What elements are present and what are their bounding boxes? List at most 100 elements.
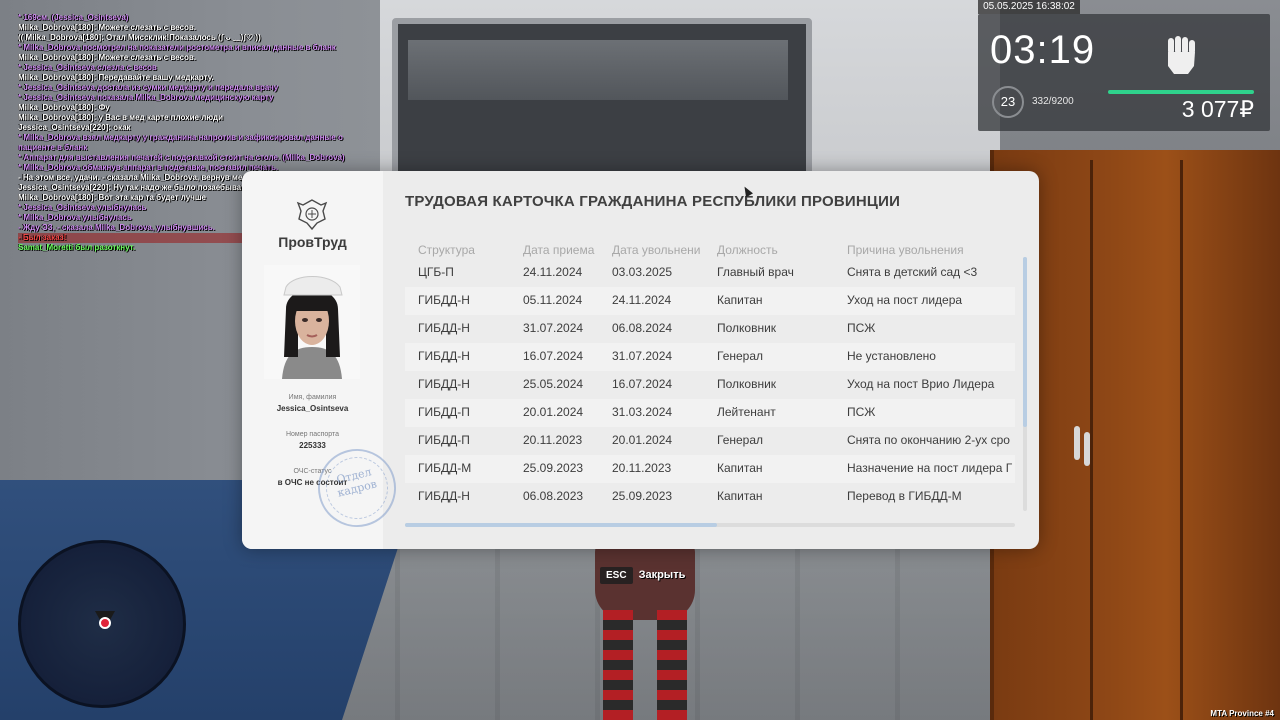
hr-stamp: Отдел кадров <box>309 440 405 536</box>
close-label[interactable]: Закрыть <box>639 569 686 581</box>
chat-line: * Аппарат для выставления печатей с подс… <box>18 153 345 162</box>
column-header: Структура <box>418 243 475 257</box>
table-row[interactable]: ГИБДД-П 20.11.2023 20.01.2024 Генерал Снята … <box>405 427 1015 455</box>
chat-line: Milka_Dobrova[180]: Можете слезать с вес… <box>18 53 196 62</box>
labor-card-dialog: ПровТруд Имя, фамилия Jessica_Osintseva … <box>242 171 1039 549</box>
wardrobe-handle <box>1084 432 1090 466</box>
hud-clock: 03:19 <box>990 28 1096 72</box>
table-cell: 31.07.2024 <box>523 321 584 335</box>
chat-line: Jessica_Osintseva[220]: окак <box>18 123 131 132</box>
horizontal-scrollbar[interactable] <box>405 523 1015 527</box>
column-header: Дата приема <box>523 243 595 257</box>
table-cell: 20.01.2024 <box>612 433 673 447</box>
column-header: Должность <box>717 243 778 257</box>
server-name: MTA Province #4 <box>1210 709 1274 718</box>
citizen-photo <box>264 265 360 379</box>
dialog-title: ТРУДОВАЯ КАРТОЧКА ГРАЖДАНИНА РЕСПУБЛИКИ … <box>405 193 901 210</box>
chat-line: Milka_Dobrova[180]: Можете слезать с вес… <box>18 23 196 32</box>
table-header: Структура Дата приема Дата увольнени Дол… <box>418 243 1028 259</box>
table-cell: ПСЖ <box>847 405 876 419</box>
table-cell: Снята в детский сад <3 <box>847 265 978 279</box>
level-badge: 23 <box>992 86 1024 118</box>
table-cell: 03.03.2025 <box>612 265 673 279</box>
table-cell: 25.09.2023 <box>523 461 584 475</box>
table-cell: 20.11.2023 <box>523 433 583 447</box>
table-cell: Не установлено <box>847 349 936 363</box>
table-cell: ГИБДД-Н <box>418 321 470 335</box>
chat-line: Milka_Dobrova[180]: Фу <box>18 103 110 112</box>
coat-of-arms-icon <box>295 197 329 231</box>
citizen-name: Jessica_Osintseva <box>276 404 349 413</box>
column-header: Дата увольнени <box>612 243 701 257</box>
player-marker-icon <box>99 617 111 629</box>
table-cell: Назначение на пост лидера Г <box>847 461 1013 475</box>
table-cell: 24.11.2024 <box>612 293 672 307</box>
table-cell: 06.08.2023 <box>523 489 584 503</box>
table-cell: Лейтенант <box>717 405 776 419</box>
table-cell: Генерал <box>717 349 764 363</box>
table-row[interactable]: ГИБДД-П 20.01.2024 31.03.2024 Лейтенант ПСЖ <box>405 399 1015 427</box>
chat-line: * 169см. (Jessica_Osintseva) <box>18 13 129 22</box>
table-cell: Снята по окончанию 2-ух сро <box>847 433 1010 447</box>
chat-line: (( Milka_Dobrova[180]: Отал Миссклик!Пок… <box>18 33 261 42</box>
stamp-ring <box>319 450 395 526</box>
table-cell: 16.07.2024 <box>523 349 584 363</box>
table-cell: Перевод в ГИБДД-М <box>847 489 962 503</box>
table-cell: ГИБДД-Н <box>418 377 470 391</box>
table-cell: 16.07.2024 <box>612 377 673 391</box>
table-cell: ПСЖ <box>847 321 876 335</box>
table-cell: Главный врач <box>717 265 794 279</box>
column-header: Причина увольнения <box>847 243 964 257</box>
table-cell: 05.11.2024 <box>523 293 583 307</box>
minimap <box>18 540 186 708</box>
vertical-scroll-thumb[interactable] <box>1023 257 1027 427</box>
chat-line: Milka_Dobrova[180]: у Вас в мед карте пл… <box>18 113 224 122</box>
chat-line: * Milka_Dobrova взял медкарту у граждани… <box>18 133 343 152</box>
table-row[interactable]: ГИБДД-Н 06.08.2023 25.09.2023 Капитан Перево… <box>405 483 1015 511</box>
table-row[interactable]: ГИБДД-Н 05.11.2024 24.11.2024 Капитан Уход н… <box>405 287 1015 315</box>
close-button[interactable]: ESC Закрыть <box>600 565 685 585</box>
table-cell: ГИБДД-Н <box>418 349 470 363</box>
table-cell: 20.01.2024 <box>523 405 584 419</box>
table-row[interactable]: ГИБДД-Н 31.07.2024 06.08.2024 Полковник ПСЖ <box>405 315 1015 343</box>
table-cell: Капитан <box>717 461 763 475</box>
vertical-scrollbar[interactable] <box>1023 257 1027 511</box>
table-cell: ЦГБ-П <box>418 265 454 279</box>
table-cell: ГИБДД-Н <box>418 489 470 503</box>
chat-line: * Jessica_Osintseva достала из сумки мед… <box>18 83 279 92</box>
table-cell: 20.11.2023 <box>612 461 672 475</box>
citizen-info-panel: ПровТруд Имя, фамилия Jessica_Osintseva … <box>242 171 405 549</box>
table-cell: Генерал <box>717 433 764 447</box>
chat-line: * Jessica_Osintseva слезла с весов <box>18 63 157 72</box>
hud-panel: 03:19 23 332/9200 3 077₽ <box>978 14 1270 131</box>
table-cell: ГИБДД-П <box>418 433 470 447</box>
table-row[interactable]: ГИБДД-Н 16.07.2024 31.07.2024 Генерал Не уст… <box>405 343 1015 371</box>
health-bar <box>1108 90 1254 94</box>
table-cell: Капитан <box>717 489 763 503</box>
table-cell: Уход на пост лидера <box>847 293 963 307</box>
hud-datetime: 05.05.2025 16:38:02 <box>978 0 1080 14</box>
table-row[interactable]: ГИБДД-Н 25.05.2024 16.07.2024 Полковник Уход… <box>405 371 1015 399</box>
table-cell: 31.03.2024 <box>612 405 673 419</box>
table-cell: Уход на пост Врио Лидера <box>847 377 995 391</box>
fist-icon <box>1164 34 1198 88</box>
character-leg <box>657 610 687 720</box>
character-leg <box>603 610 633 720</box>
table-cell: Полковник <box>717 377 777 391</box>
table-cell: Капитан <box>717 293 763 307</box>
employment-table[interactable]: ЦГБ-П 24.11.2024 03.03.2025 Главный врач Сня… <box>405 259 1015 513</box>
table-cell: 24.11.2024 <box>523 265 583 279</box>
table-cell: ГИБДД-П <box>418 405 470 419</box>
table-row[interactable]: ГИБДД-М 25.09.2023 20.11.2023 Капитан Назнач… <box>405 455 1015 483</box>
name-label: Имя, фамилия <box>288 394 337 401</box>
table-row[interactable]: ЦГБ-П 24.11.2024 03.03.2025 Главный врач Сня… <box>405 259 1015 287</box>
wardrobe-seam <box>1090 160 1093 720</box>
esc-key[interactable]: ESC <box>600 566 633 584</box>
table-cell: 31.07.2024 <box>612 349 673 363</box>
table-cell: ГИБДД-Н <box>418 293 470 307</box>
wardrobe-seam <box>1180 160 1183 720</box>
chat-line: * Milka_Dobrova посмотрел на показатели … <box>18 43 336 52</box>
horizontal-scroll-thumb[interactable] <box>405 523 717 527</box>
wardrobe-handle <box>1074 426 1080 460</box>
chat-line: Milka_Dobrova[180]: Передавайте вашу мед… <box>18 73 214 82</box>
